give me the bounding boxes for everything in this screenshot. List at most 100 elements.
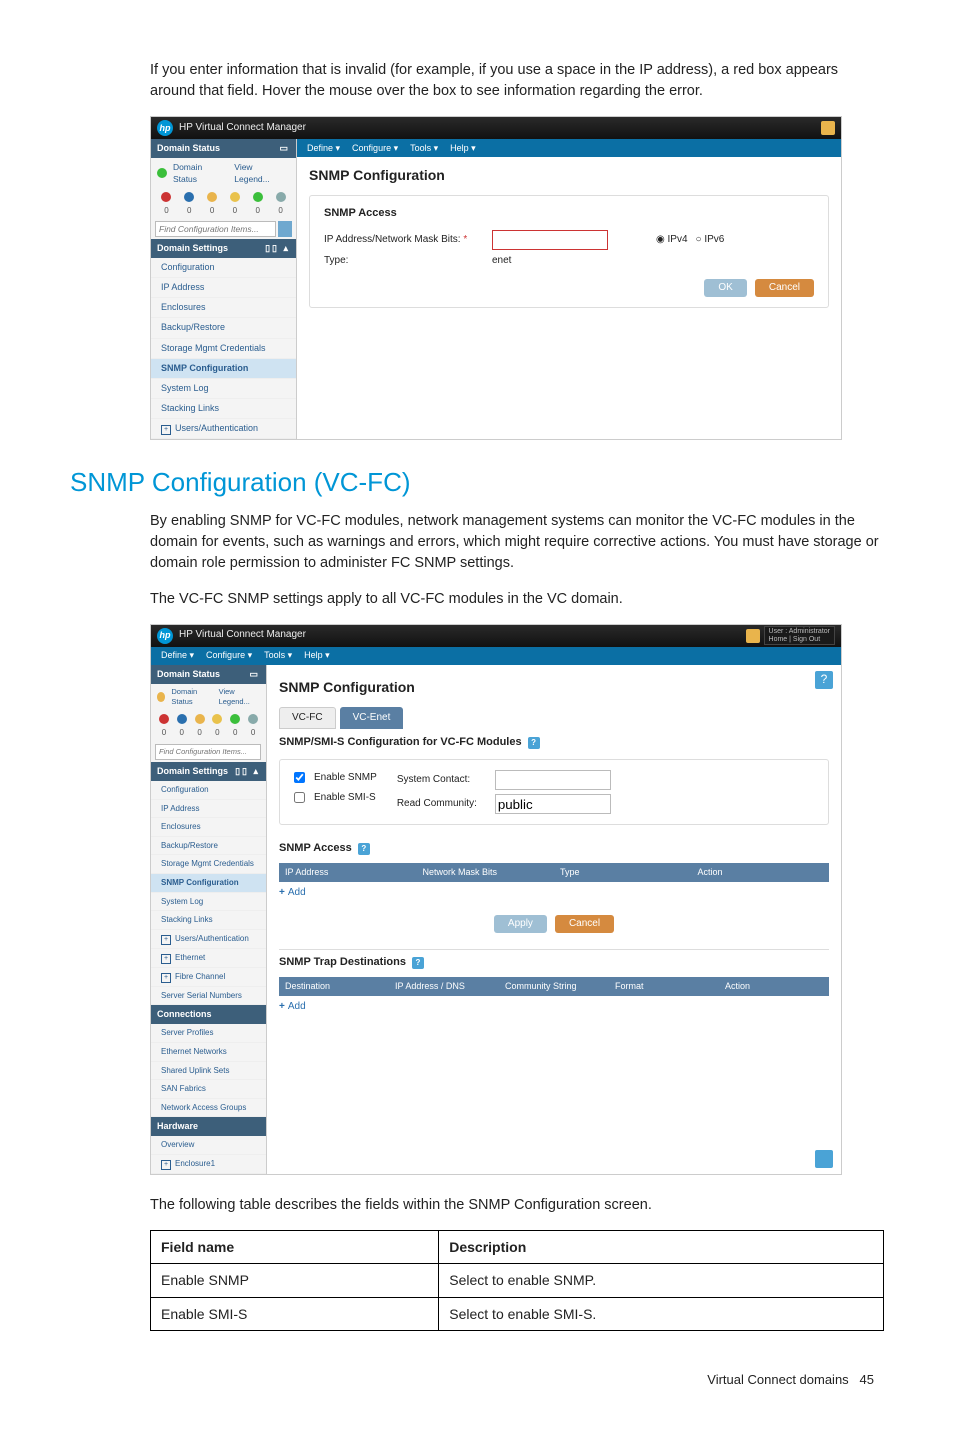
tab-vc-enet[interactable]: VC-Enet <box>340 707 404 730</box>
help-icon[interactable]: ? <box>358 843 370 855</box>
sidebar-item[interactable]: Configuration <box>151 781 266 800</box>
page-title: SNMP Configuration <box>279 677 829 697</box>
save-icon[interactable] <box>815 1150 833 1168</box>
menu-tools[interactable]: Tools <box>410 142 438 155</box>
ip-input[interactable] <box>492 230 608 250</box>
panel-controls-icon[interactable]: ▯▯ ▴ <box>235 765 260 778</box>
status-icon <box>159 714 169 724</box>
add-trap-link[interactable]: Add <box>279 1000 306 1015</box>
view-legend-link[interactable]: View Legend... <box>234 161 290 186</box>
sidebar-item[interactable]: Enclosures <box>151 298 296 318</box>
add-access-link[interactable]: Add <box>279 886 306 901</box>
menu-configure[interactable]: Configure <box>352 142 398 155</box>
column-header: Type <box>554 863 692 882</box>
expand-icon[interactable]: + <box>161 973 171 983</box>
sidebar-item[interactable]: Backup/Restore <box>151 837 266 856</box>
apply-button[interactable]: Apply <box>494 915 547 933</box>
sidebar-item[interactable]: Enclosures <box>151 818 266 837</box>
expand-icon[interactable]: + <box>161 1160 171 1170</box>
sidebar-item[interactable]: SNMP Configuration <box>151 359 296 379</box>
sidebar-item[interactable]: Backup/Restore <box>151 318 296 338</box>
home-icon[interactable] <box>746 629 760 643</box>
tab-vc-fc[interactable]: VC-FC <box>279 707 336 730</box>
panel-controls-icon[interactable]: ▭ <box>249 668 260 681</box>
cancel-button[interactable]: Cancel <box>555 915 614 933</box>
sidebar-item[interactable]: Server Profiles <box>151 1024 266 1043</box>
user-line: User : Administrator <box>769 628 830 636</box>
domain-settings-label: Domain Settings <box>157 242 228 255</box>
sidebar-item[interactable]: Shared Uplink Sets <box>151 1062 266 1081</box>
domain-status-link[interactable]: Domain Status <box>173 161 228 186</box>
sidebar-item[interactable]: Network Access Groups <box>151 1099 266 1118</box>
search-input[interactable] <box>155 221 276 237</box>
nav-list-hardware: Overview+Enclosure1 <box>151 1136 266 1174</box>
table-cell: Enable SNMP <box>151 1264 439 1297</box>
search-go-icon[interactable] <box>278 221 292 237</box>
section-para-1: By enabling SNMP for VC-FC modules, netw… <box>150 511 884 574</box>
menu-help[interactable]: Help <box>450 142 476 155</box>
menubar: Define Configure Tools Help <box>151 647 841 665</box>
ipv4-radio[interactable]: ◉ IPv4 <box>656 233 688 248</box>
table-header: Description <box>439 1230 884 1263</box>
sidebar-item[interactable]: Overview <box>151 1136 266 1155</box>
snmp-access-title: SNMP Access? <box>279 841 829 857</box>
help-icon[interactable]: ? <box>528 737 540 749</box>
status-count: 0 <box>162 727 166 739</box>
sidebar-item[interactable]: +Ethernet <box>151 949 266 968</box>
sidebar-item[interactable]: +Enclosure1 <box>151 1155 266 1174</box>
domain-status-link[interactable]: Domain Status <box>171 687 212 709</box>
sidebar-item[interactable]: Stacking Links <box>151 399 296 419</box>
enable-smis-checkbox[interactable] <box>294 792 305 803</box>
panel-controls-icon[interactable]: ▯▯ ▴ <box>265 242 290 255</box>
view-legend-link[interactable]: View Legend... <box>219 687 260 709</box>
expand-icon[interactable]: + <box>161 954 171 964</box>
menu-configure[interactable]: Configure <box>206 649 252 662</box>
status-count: 0 <box>256 205 260 217</box>
read-community-input[interactable] <box>495 794 611 814</box>
sidebar-item[interactable]: IP Address <box>151 800 266 819</box>
ipv6-radio[interactable]: ○ IPv6 <box>696 233 725 248</box>
status-count: 0 <box>233 727 237 739</box>
hardware-header: Hardware <box>151 1117 266 1136</box>
status-count: 0 <box>197 727 201 739</box>
ok-button[interactable]: OK <box>704 279 746 297</box>
sidebar-item[interactable]: SNMP Configuration <box>151 874 266 893</box>
menu-help[interactable]: Help <box>304 649 330 662</box>
expand-icon[interactable]: + <box>161 425 171 435</box>
sidebar-item[interactable]: Stacking Links <box>151 911 266 930</box>
sidebar-item[interactable]: Server Serial Numbers <box>151 987 266 1006</box>
sidebar-item[interactable]: +Fibre Channel <box>151 968 266 987</box>
sidebar-item[interactable]: SAN Fabrics <box>151 1080 266 1099</box>
field-description-table: Field nameDescription Enable SNMPSelect … <box>150 1230 884 1331</box>
table-cell: Select to enable SMI-S. <box>439 1297 884 1330</box>
sidebar-item[interactable]: Ethernet Networks <box>151 1043 266 1062</box>
column-header: IP Address <box>279 863 417 882</box>
user-links[interactable]: Home | Sign Out <box>769 636 830 644</box>
sidebar-item[interactable]: Configuration <box>151 258 296 278</box>
home-icon[interactable] <box>821 121 835 135</box>
sidebar-item[interactable]: IP Address <box>151 278 296 298</box>
help-icon[interactable]: ? <box>815 671 833 689</box>
sidebar-item[interactable]: Storage Mgmt Credentials <box>151 339 296 359</box>
sidebar-item[interactable]: +Users/Authentication <box>151 419 296 439</box>
help-icon[interactable]: ? <box>412 957 424 969</box>
cancel-button[interactable]: Cancel <box>755 279 814 297</box>
trap-dest-title: SNMP Trap Destinations? <box>279 955 829 971</box>
sidebar-item[interactable]: System Log <box>151 379 296 399</box>
expand-icon[interactable]: + <box>161 935 171 945</box>
menu-define[interactable]: Define <box>161 649 194 662</box>
menubar: Define Configure Tools Help <box>297 139 841 157</box>
status-count: 0 <box>278 205 282 217</box>
sidebar-item[interactable]: System Log <box>151 893 266 912</box>
domain-settings-header: Domain Settings ▯▯ ▴ <box>151 239 296 258</box>
sidebar-item[interactable]: +Users/Authentication <box>151 930 266 949</box>
section-para-2: The VC-FC SNMP settings apply to all VC-… <box>150 589 884 610</box>
menu-tools[interactable]: Tools <box>264 649 292 662</box>
system-contact-input[interactable] <box>495 770 611 790</box>
search-input[interactable] <box>155 744 261 760</box>
card-title: SNMP Access <box>324 206 814 222</box>
menu-define[interactable]: Define <box>307 142 340 155</box>
panel-controls-icon[interactable]: ▭ <box>279 142 290 155</box>
enable-snmp-checkbox[interactable] <box>294 772 305 783</box>
sidebar-item[interactable]: Storage Mgmt Credentials <box>151 855 266 874</box>
